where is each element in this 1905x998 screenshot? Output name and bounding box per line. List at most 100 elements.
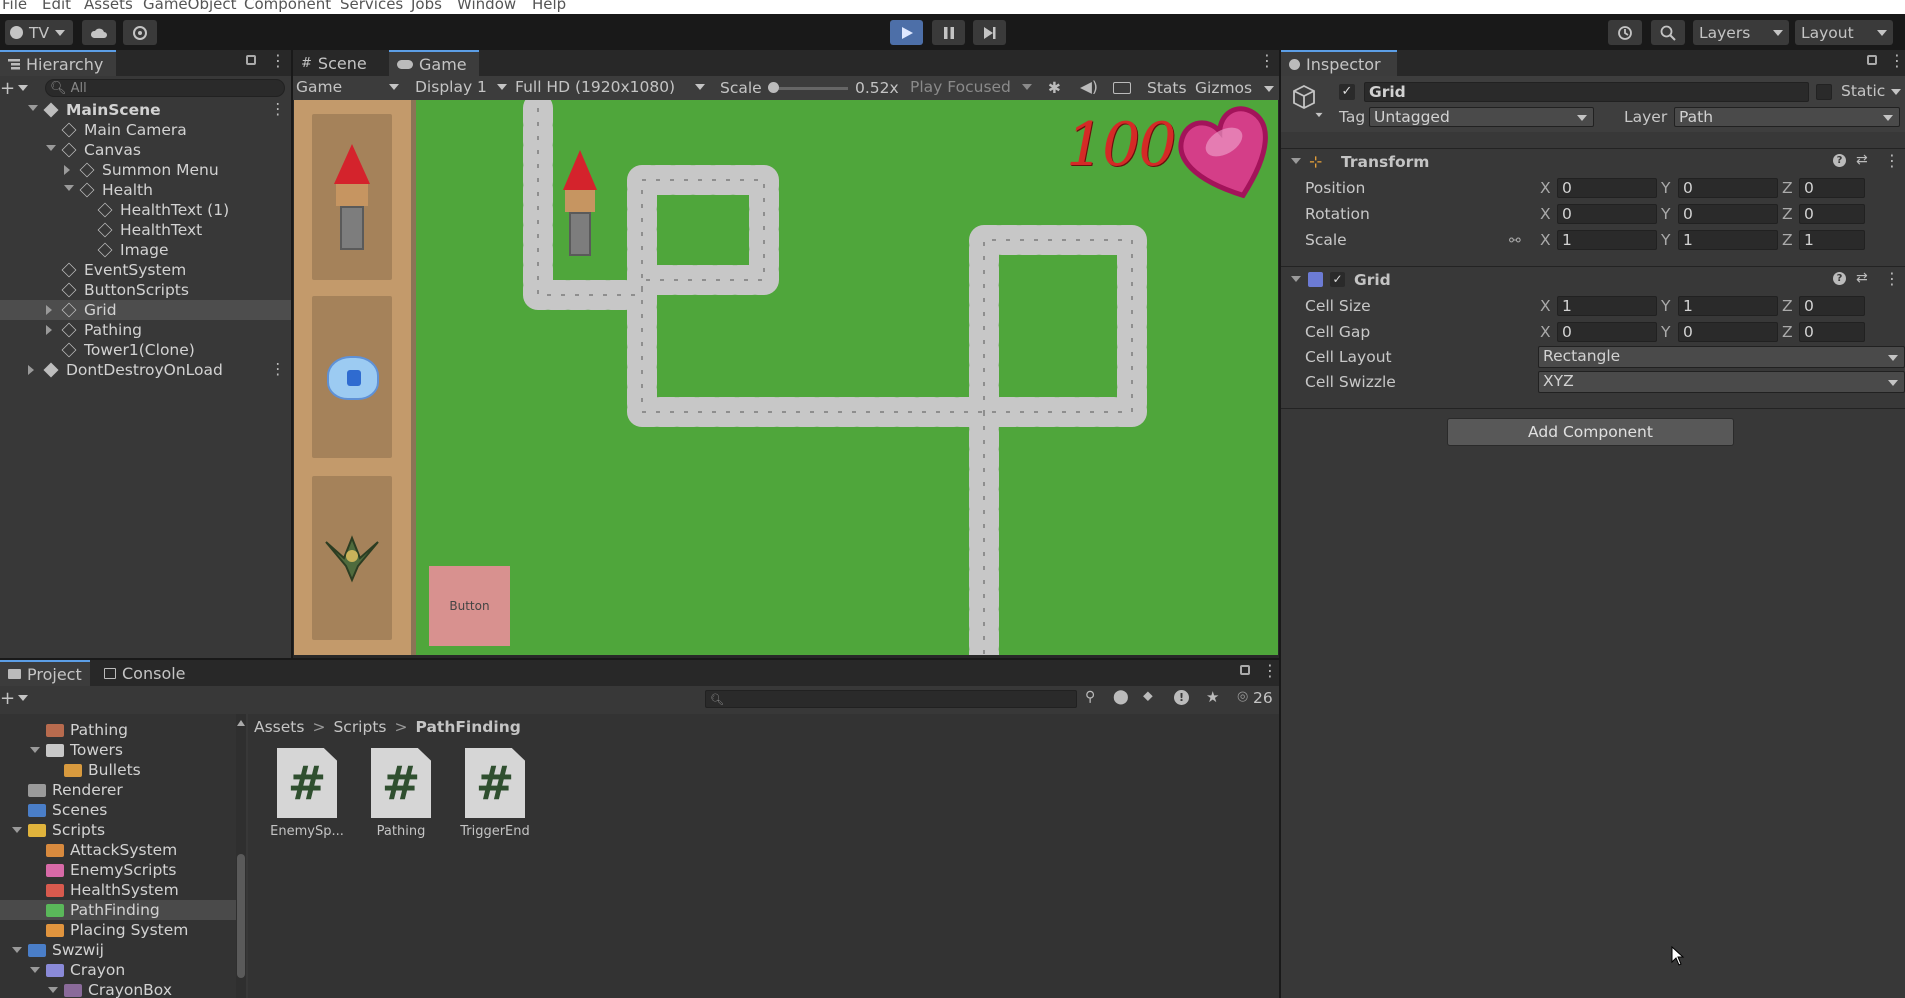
cell-swizzle-dropdown[interactable]: XYZ	[1538, 371, 1905, 393]
project-folder-towers[interactable]: Towers	[0, 740, 236, 760]
hierarchy-item-main-camera[interactable]: Main Camera	[0, 120, 291, 140]
tree-scrollbar[interactable]	[236, 714, 246, 998]
lock-icon[interactable]	[246, 55, 256, 65]
menu-window[interactable]: Window	[457, 0, 516, 13]
menu-gameobject[interactable]: GameObject	[143, 0, 237, 13]
filter-by-label-icon[interactable]: ⬤	[1113, 689, 1129, 705]
game-ui-button[interactable]: Button	[429, 566, 510, 646]
hierarchy-search-input[interactable]: 🔍︎ All	[45, 79, 285, 97]
project-folder-swzwij[interactable]: Swzwij	[0, 940, 236, 960]
collapse-arrow-icon[interactable]	[46, 325, 52, 335]
hierarchy-item-dontdestroyonload[interactable]: DontDestroyOnLoad ⋮	[0, 360, 291, 380]
scale-z-input[interactable]: 1	[1799, 230, 1865, 250]
hidden-packages-icon[interactable]: ◎	[1237, 689, 1248, 704]
icon-dropdown-arrow[interactable]	[1315, 112, 1323, 118]
project-folder-crayonbox[interactable]: CrayonBox	[0, 980, 236, 998]
layers-dropdown[interactable]: Layers	[1693, 20, 1789, 45]
more-options-icon[interactable]: ⋮	[1884, 151, 1900, 170]
warning-icon[interactable]: !	[1174, 690, 1189, 705]
expand-arrow-icon[interactable]	[12, 947, 22, 953]
scroll-up-arrow[interactable]	[237, 720, 245, 726]
tab-inspector[interactable]: Inspector	[1281, 50, 1397, 76]
collapse-arrow-icon[interactable]	[46, 305, 52, 315]
asset-file-pathing[interactable]: # Pathing	[358, 748, 438, 844]
tag-dropdown[interactable]: Untagged	[1369, 107, 1594, 127]
grid-enabled-checkbox[interactable]: ✓	[1330, 272, 1345, 287]
tab-console[interactable]: Console	[96, 660, 196, 686]
constrain-proportions-icon[interactable]: ⚯	[1509, 233, 1521, 249]
pause-button[interactable]	[932, 20, 965, 45]
keyboard-icon[interactable]	[1113, 82, 1131, 94]
hierarchy-item-canvas[interactable]: Canvas	[0, 140, 291, 160]
hierarchy-item-summon-menu[interactable]: Summon Menu	[0, 160, 291, 180]
collapse-arrow-icon[interactable]	[64, 165, 70, 175]
more-options-icon[interactable]: ⋮	[270, 360, 286, 378]
game-mode-dropdown[interactable]: Game	[296, 78, 403, 96]
scale-x-input[interactable]: 1	[1557, 230, 1657, 250]
breadcrumb-assets[interactable]: Assets	[254, 718, 304, 736]
layer-dropdown[interactable]: Path	[1674, 107, 1900, 127]
hierarchy-item-eventsystem[interactable]: EventSystem	[0, 260, 291, 280]
menu-edit[interactable]: Edit	[42, 0, 71, 13]
preset-icon[interactable]: ⇄	[1856, 152, 1868, 168]
cloud-button[interactable]	[82, 20, 116, 45]
object-name-input[interactable]: Grid	[1364, 82, 1809, 102]
stats-button[interactable]: Stats	[1147, 79, 1187, 97]
rotation-z-input[interactable]: 0	[1799, 204, 1865, 224]
more-options-icon[interactable]: ⋮	[270, 100, 286, 118]
collapse-arrow-icon[interactable]	[28, 365, 34, 375]
menu-component[interactable]: Component	[244, 0, 331, 13]
collapse-arrow[interactable]	[1291, 158, 1301, 164]
rotation-y-input[interactable]: 0	[1678, 204, 1778, 224]
tab-hierarchy[interactable]: Hierarchy	[0, 50, 116, 76]
bug-icon[interactable]: ✱	[1048, 79, 1061, 97]
project-folder-bullets[interactable]: Bullets	[0, 760, 236, 780]
cell-layout-dropdown[interactable]: Rectangle	[1538, 346, 1905, 368]
tag-icon[interactable]: ⬥	[1143, 688, 1153, 704]
project-search-input[interactable]: 🔍︎	[705, 690, 1077, 708]
asset-file-enemyspawner[interactable]: # EnemySp...	[264, 748, 344, 844]
gizmos-button[interactable]: Gizmos	[1195, 79, 1252, 97]
slider-thumb[interactable]	[768, 82, 779, 93]
hierarchy-item-tower1-clone[interactable]: Tower1(Clone)	[0, 340, 291, 360]
help-icon[interactable]: ?	[1833, 272, 1846, 285]
cell-size-x-input[interactable]: 1	[1557, 296, 1657, 316]
audio-icon[interactable]: ◀)	[1080, 78, 1098, 96]
more-options-icon[interactable]: ⋮	[270, 51, 286, 70]
hierarchy-item-health[interactable]: Health	[0, 180, 291, 200]
tab-game[interactable]: Game	[389, 50, 479, 76]
cell-gap-y-input[interactable]: 0	[1678, 322, 1778, 342]
search-by-type-icon[interactable]: ⚲	[1085, 689, 1095, 705]
gizmos-dropdown-arrow[interactable]	[1264, 86, 1274, 92]
step-button[interactable]	[973, 20, 1006, 45]
menu-assets[interactable]: Assets	[84, 0, 133, 13]
lock-icon[interactable]	[1867, 55, 1877, 65]
help-icon[interactable]: ?	[1833, 154, 1846, 167]
transform-component-header[interactable]: ⊹ Transform ? ⇄ ⋮	[1281, 148, 1905, 174]
breadcrumb-scripts[interactable]: Scripts	[333, 718, 386, 736]
breadcrumb-pathfinding[interactable]: PathFinding	[416, 718, 521, 736]
collab-button[interactable]	[123, 20, 157, 45]
hierarchy-item-grid[interactable]: Grid	[0, 300, 291, 320]
expand-arrow-icon[interactable]	[30, 747, 40, 753]
scale-slider[interactable]	[768, 82, 848, 93]
expand-arrow-icon[interactable]	[28, 105, 38, 111]
play-button[interactable]	[890, 20, 923, 45]
hierarchy-item-image[interactable]: Image	[0, 240, 291, 260]
undo-history-button[interactable]	[1608, 20, 1642, 45]
active-checkbox[interactable]: ✓	[1339, 84, 1355, 100]
project-folder-pathing[interactable]: Pathing	[0, 720, 236, 740]
favorite-star-icon[interactable]: ★	[1206, 688, 1219, 706]
more-options-icon[interactable]: ⋮	[1259, 51, 1275, 70]
layout-dropdown[interactable]: Layout	[1795, 20, 1893, 45]
scale-y-input[interactable]: 1	[1678, 230, 1778, 250]
static-dropdown-arrow[interactable]	[1891, 89, 1901, 95]
lock-icon[interactable]	[1240, 665, 1250, 675]
placed-tower[interactable]	[559, 150, 601, 260]
account-dropdown[interactable]: TV	[5, 20, 73, 45]
expand-arrow-icon[interactable]	[48, 987, 58, 993]
project-folder-enemyscripts[interactable]: EnemyScripts	[0, 860, 236, 880]
display-dropdown[interactable]: Display 1	[415, 78, 507, 96]
add-component-button[interactable]: Add Component	[1447, 418, 1734, 446]
create-button[interactable]: +	[0, 78, 30, 99]
